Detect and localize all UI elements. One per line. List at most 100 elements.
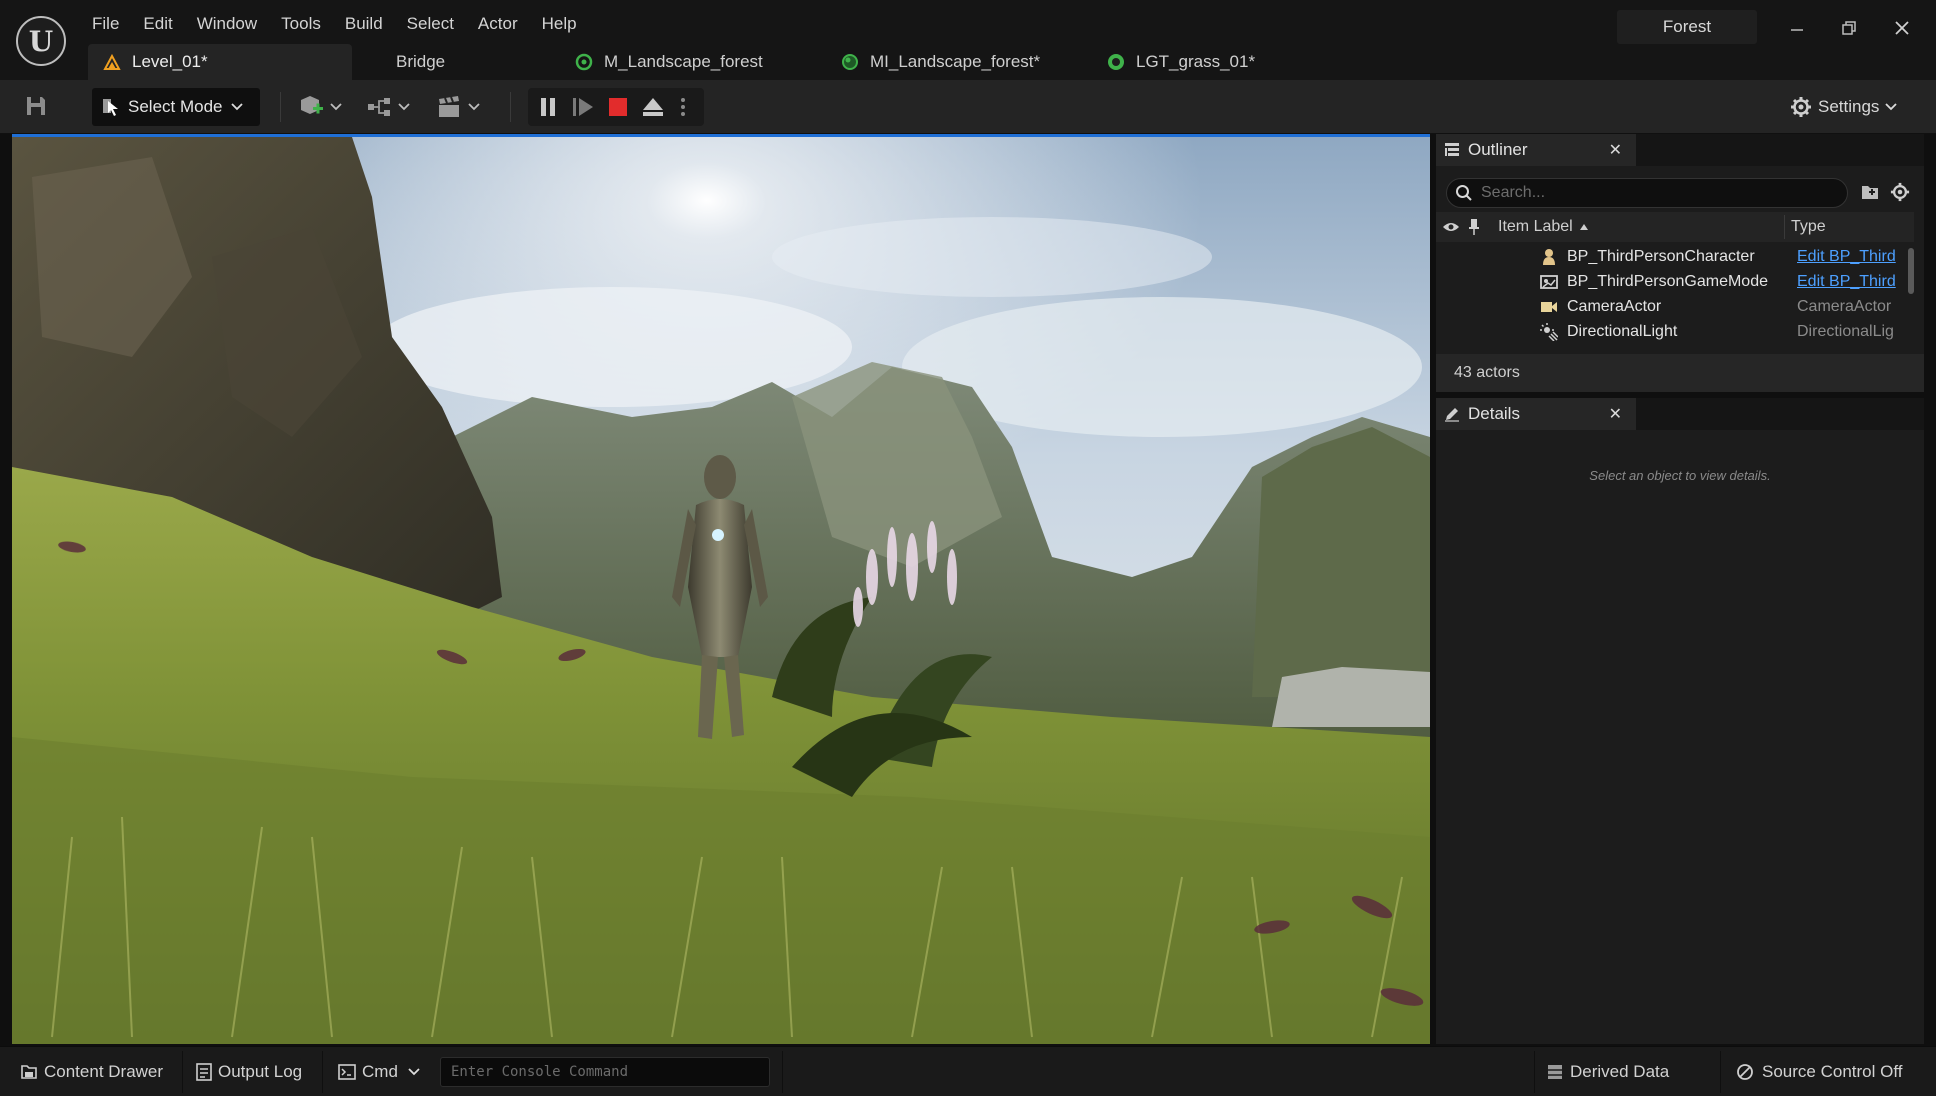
- content-drawer-button[interactable]: Content Drawer: [20, 1055, 163, 1089]
- play-controls: [528, 88, 704, 126]
- details-tab[interactable]: Details ✕: [1436, 398, 1636, 430]
- list-item[interactable]: BP_ThirdPersonCharacter Edit BP_Third: [1436, 244, 1914, 269]
- row-label: BP_ThirdPersonCharacter: [1567, 248, 1755, 265]
- output-log-icon: [196, 1063, 212, 1081]
- cinematics-button[interactable]: [436, 92, 480, 122]
- clapperboard-icon: [436, 95, 464, 119]
- column-label: Type: [1791, 218, 1826, 235]
- terminal-icon: [338, 1064, 356, 1080]
- outliner-panel: Outliner ✕ Item Label Type: [1436, 134, 1924, 392]
- tab-level-01[interactable]: Level_01*: [88, 44, 352, 80]
- game-mode-icon: [1540, 273, 1558, 291]
- tab-label: LGT_grass_01*: [1136, 52, 1256, 71]
- select-mode-dropdown[interactable]: Select Mode: [92, 88, 260, 126]
- derived-data-button[interactable]: Derived Data: [1546, 1055, 1669, 1089]
- menu-help[interactable]: Help: [532, 10, 591, 36]
- level-icon: [102, 52, 122, 72]
- content-drawer-icon: [20, 1063, 38, 1081]
- status-divider: [322, 1051, 323, 1093]
- character-icon: [1540, 248, 1558, 266]
- menu-build[interactable]: Build: [335, 10, 397, 36]
- column-item-label[interactable]: Item Label: [1498, 212, 1718, 242]
- details-title: Details: [1468, 404, 1520, 423]
- tab-label: MI_Landscape_forest*: [870, 52, 1041, 71]
- content-drawer-label: Content Drawer: [44, 1062, 164, 1081]
- list-item[interactable]: DirectionalLight DirectionalLig: [1436, 319, 1914, 344]
- tab-label: M_Landscape_forest: [604, 52, 763, 71]
- list-item[interactable]: BP_ThirdPersonGameMode Edit BP_Third: [1436, 269, 1914, 294]
- menu-edit[interactable]: Edit: [133, 10, 186, 36]
- chevron-down-icon: [230, 103, 243, 111]
- row-type: DirectionalLig: [1797, 323, 1894, 340]
- edit-blueprint-link[interactable]: Edit BP_Third: [1797, 248, 1905, 266]
- settings-label: Settings: [1818, 97, 1880, 116]
- add-actor-button[interactable]: [298, 92, 342, 122]
- console-input[interactable]: [451, 1064, 761, 1080]
- console-command-field[interactable]: [440, 1057, 770, 1087]
- column-type[interactable]: Type: [1791, 212, 1826, 242]
- outliner-title: Outliner: [1468, 140, 1528, 159]
- chevron-down-icon: [468, 103, 480, 111]
- tab-m-landscape-forest[interactable]: M_Landscape_forest: [574, 44, 840, 80]
- menu-bar: File Edit Window Tools Build Select Acto…: [82, 10, 591, 36]
- frame-skip-icon[interactable]: [572, 97, 594, 122]
- menu-tools[interactable]: Tools: [271, 10, 335, 36]
- blueprint-icon: [366, 96, 394, 118]
- close-window-icon[interactable]: [1882, 12, 1922, 44]
- cmd-dropdown[interactable]: Cmd: [338, 1055, 420, 1089]
- row-label: CameraActor: [1567, 298, 1662, 315]
- list-item[interactable]: CameraActor CameraActor: [1436, 294, 1914, 319]
- column-label: Item Label: [1498, 218, 1573, 235]
- close-icon[interactable]: ✕: [1609, 404, 1622, 424]
- camera-icon: [1540, 298, 1558, 316]
- unreal-logo[interactable]: U: [16, 16, 66, 66]
- toolbar-divider: [280, 92, 281, 122]
- material-instance-icon: [840, 52, 860, 72]
- menu-actor[interactable]: Actor: [468, 10, 532, 36]
- sort-ascending-icon: [1579, 223, 1589, 231]
- row-type: CameraActor: [1797, 298, 1892, 315]
- status-bar: Content Drawer Output Log Cmd Derived Da…: [0, 1046, 1936, 1096]
- stop-icon[interactable]: [608, 97, 628, 122]
- restore-icon[interactable]: [1829, 12, 1869, 44]
- search-input[interactable]: [1481, 184, 1821, 202]
- save-icon[interactable]: [24, 94, 54, 120]
- visibility-eye-icon[interactable]: [1442, 212, 1460, 242]
- pause-icon[interactable]: [538, 97, 558, 122]
- tab-bridge[interactable]: Bridge: [352, 44, 574, 80]
- chevron-down-icon: [1885, 103, 1898, 111]
- pin-icon[interactable]: [1468, 212, 1480, 242]
- status-divider: [182, 1051, 183, 1093]
- outliner-search[interactable]: [1446, 178, 1848, 208]
- output-log-label: Output Log: [218, 1062, 303, 1081]
- menu-select[interactable]: Select: [397, 10, 468, 36]
- landscape-grass-type-icon: [1106, 52, 1126, 72]
- row-label: BP_ThirdPersonGameMode: [1567, 273, 1768, 290]
- derived-data-label: Derived Data: [1570, 1062, 1670, 1081]
- title-bar: U File Edit Window Tools Build Select Ac…: [0, 0, 1936, 80]
- level-viewport[interactable]: [12, 134, 1430, 1044]
- panel-tab-strip: [1636, 134, 1924, 166]
- tab-lgt-grass-01[interactable]: LGT_grass_01*: [1106, 44, 1306, 80]
- gear-icon[interactable]: [1890, 182, 1910, 207]
- menu-window[interactable]: Window: [187, 10, 271, 36]
- output-log-button[interactable]: Output Log: [196, 1055, 302, 1089]
- scene-render: [12, 137, 1430, 1044]
- outliner-tab[interactable]: Outliner ✕: [1436, 134, 1636, 166]
- source-control-button[interactable]: Source Control Off: [1736, 1055, 1902, 1089]
- document-tabs: Level_01* Bridge M_Landscape_forest MI_L…: [88, 44, 1306, 80]
- tab-mi-landscape-forest[interactable]: MI_Landscape_forest*: [840, 44, 1106, 80]
- edit-blueprint-link[interactable]: Edit BP_Third: [1797, 273, 1905, 291]
- blueprints-button[interactable]: [366, 92, 410, 122]
- close-icon[interactable]: ✕: [1609, 140, 1622, 160]
- more-options-icon[interactable]: [680, 97, 686, 122]
- menu-file[interactable]: File: [82, 10, 133, 36]
- source-control-off-icon: [1736, 1063, 1754, 1081]
- material-icon: [574, 52, 594, 72]
- eject-icon[interactable]: [642, 97, 664, 122]
- add-folder-icon[interactable]: [1860, 182, 1880, 207]
- minimize-icon[interactable]: [1777, 12, 1817, 44]
- add-actor-icon: [298, 94, 326, 120]
- settings-button[interactable]: Settings: [1790, 92, 1898, 122]
- outliner-scrollbar[interactable]: [1908, 248, 1914, 294]
